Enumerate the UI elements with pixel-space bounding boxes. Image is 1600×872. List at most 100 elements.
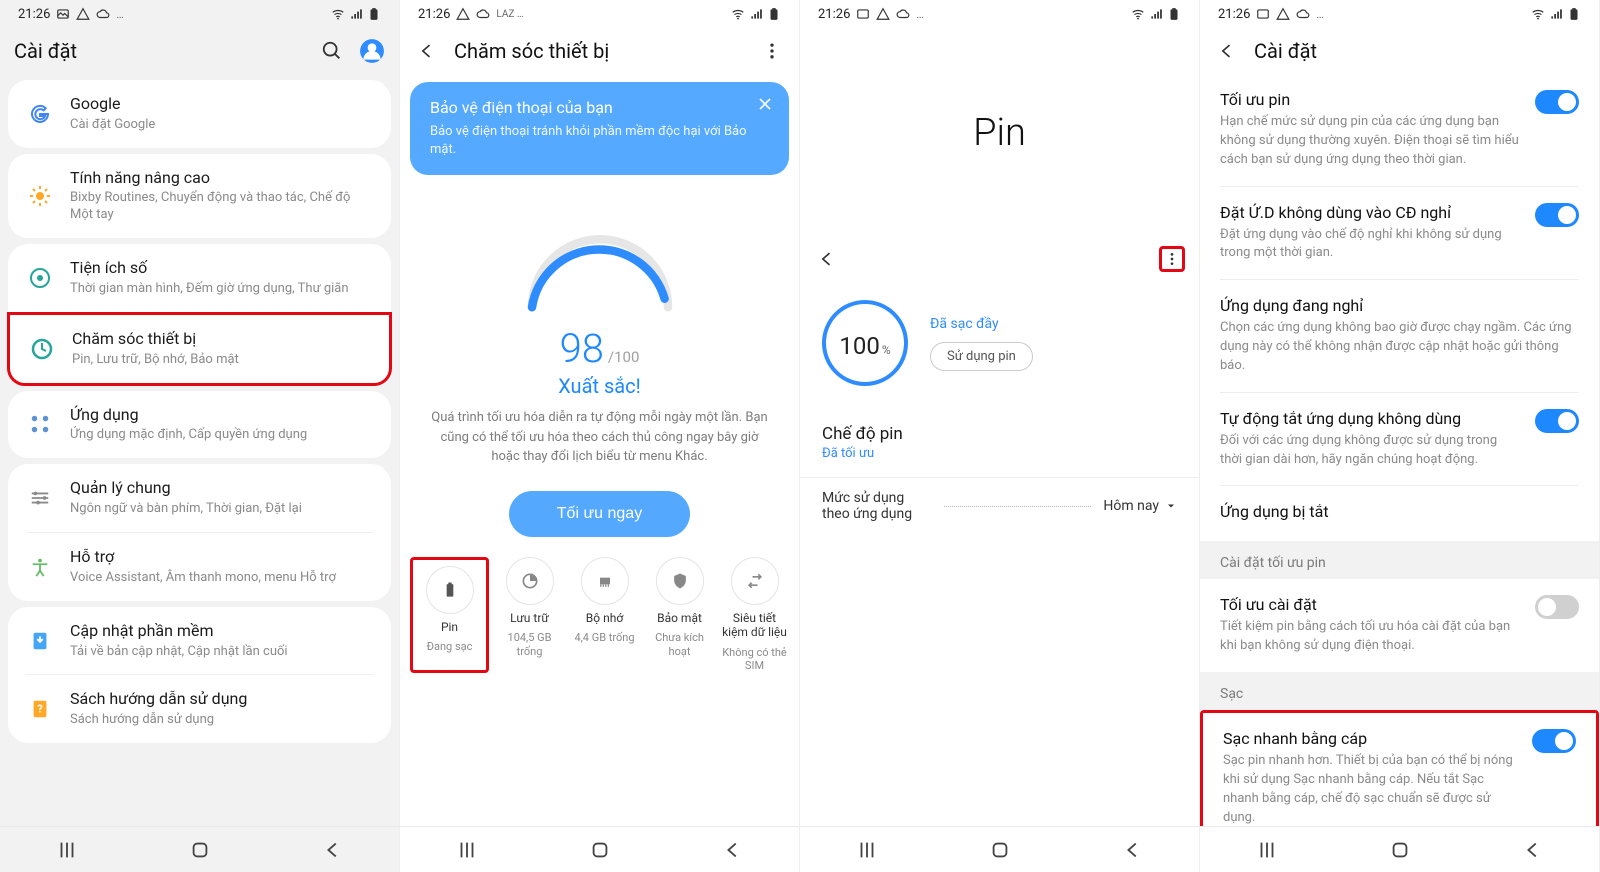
recent-button[interactable] — [456, 839, 478, 861]
back-button[interactable] — [1522, 839, 1544, 861]
item-fast-charging[interactable]: Sạc nhanh bằng cápSạc pin nhanh hơn. Thi… — [1203, 713, 1596, 826]
settings-item-digital[interactable]: Tiện ích sốThời gian màn hình, Đếm giờ ứ… — [8, 244, 391, 312]
page-title: Cài đặt — [14, 39, 305, 63]
status-bar: 21:26 … — [1200, 0, 1599, 28]
digital-icon — [26, 264, 54, 292]
optimize-now-button[interactable]: Tối ưu ngay — [509, 491, 690, 537]
item-sub: Cài đặt Google — [70, 117, 373, 134]
tile-security[interactable]: Bảo mật Chưa kích hoạt — [645, 557, 714, 673]
home-button[interactable] — [1389, 839, 1411, 861]
divider-dots — [944, 506, 1091, 507]
screen-settings: 21:26 … Cài đặt GoogleCài đặt Google Tín… — [0, 0, 400, 872]
screen-battery-settings: 21:26 … Cài đặt Tối ưu pinHạn chế mức sử… — [1200, 0, 1600, 872]
tile-name: Pin — [441, 620, 458, 634]
cloud-icon — [96, 7, 110, 21]
power-mode-title[interactable]: Chế độ pin — [800, 406, 1199, 444]
battery-status-row: 100 % Đã sạc đầy Sử dụng pin — [800, 280, 1199, 406]
tip-close-button[interactable] — [755, 94, 775, 114]
warning-icon — [76, 7, 90, 21]
svg-text:?: ? — [37, 703, 43, 716]
home-button[interactable] — [189, 839, 211, 861]
back-button[interactable] — [322, 839, 344, 861]
status-time: 21:26 — [818, 7, 850, 22]
page-big-title: Pin — [973, 111, 1026, 155]
battery-icon — [1167, 7, 1181, 21]
settings-item-apps[interactable]: Ứng dụngỨng dụng mặc định, Cấp quyền ứng… — [8, 391, 391, 459]
recent-button[interactable] — [1256, 839, 1278, 861]
signal-icon — [1549, 7, 1563, 21]
item-sleep-unused[interactable]: Đặt Ứ.D không dùng vào CĐ nghỉĐặt ứng dụ… — [1200, 187, 1599, 280]
image-icon — [856, 7, 870, 21]
item-title: Tự động tắt ứng dụng không dùng — [1220, 409, 1521, 428]
tile-storage[interactable]: Lưu trữ 104,5 GB trống — [495, 557, 564, 673]
app-usage-row[interactable]: Mức sử dụng theo ứng dụng Hôm nay — [800, 477, 1199, 534]
settings-item-advanced[interactable]: Tính năng nâng caoBixby Routines, Chuyển… — [8, 154, 391, 239]
item-optimize-settings[interactable]: Tối ưu cài đặtTiết kiệm pin bằng cách tố… — [1200, 579, 1599, 672]
back-button[interactable] — [1122, 839, 1144, 861]
account-icon — [359, 37, 385, 65]
chevron-left-icon — [1217, 41, 1237, 61]
item-disabled-apps[interactable]: Ứng dụng bị tắt — [1200, 486, 1599, 541]
toggle[interactable] — [1532, 729, 1576, 753]
tile-data-saver[interactable]: Siêu tiết kiệm dữ liệu Không có thẻ SIM — [720, 557, 789, 673]
item-adaptive-battery[interactable]: Tối ưu pinHạn chế mức sử dụng pin của cá… — [1200, 74, 1599, 186]
signal-icon — [349, 7, 363, 21]
battery-icon — [367, 7, 381, 21]
item-title: Sạc nhanh bằng cáp — [1223, 729, 1518, 748]
settings-item-general[interactable]: Quản lý chungNgôn ngữ và bàn phím, Thời … — [8, 464, 391, 532]
toggle[interactable] — [1535, 90, 1579, 114]
toggle[interactable] — [1535, 595, 1579, 619]
toggle[interactable] — [1535, 409, 1579, 433]
back-button[interactable] — [814, 246, 840, 272]
settings-item-manual[interactable]: ? Sách hướng dẫn sử dụngSách hướng dẫn s… — [8, 675, 391, 743]
more-button[interactable] — [1159, 246, 1185, 272]
tile-sub: Không có thẻ SIM — [720, 646, 789, 674]
accessibility-icon — [26, 553, 54, 581]
more-button[interactable] — [759, 38, 785, 64]
item-sleeping-apps[interactable]: Ứng dụng đang nghỉChọn các ứng dụng khôn… — [1200, 280, 1599, 392]
appbar: Cài đặt — [1200, 28, 1599, 74]
item-title: Tối ưu pin — [1220, 90, 1521, 109]
home-button[interactable] — [989, 839, 1011, 861]
laz-indicator: LAZ … — [496, 9, 523, 20]
back-button[interactable] — [722, 839, 744, 861]
home-button[interactable] — [589, 839, 611, 861]
recent-button[interactable] — [856, 839, 878, 861]
tile-name: Lưu trữ — [510, 611, 549, 625]
item-sub: Ứng dụng mặc định, Cấp quyền ứng dụng — [70, 427, 373, 444]
tile-battery[interactable]: Pin Đang sạc — [410, 557, 489, 673]
use-battery-button[interactable]: Sử dụng pin — [930, 342, 1033, 371]
settings-item-device-care[interactable]: Chăm sóc thiết bịPin, Lưu trữ, Bộ nhớ, B… — [7, 312, 392, 386]
tile-sub: 104,5 GB trống — [495, 631, 564, 659]
signal-icon — [1149, 7, 1163, 21]
back-button[interactable] — [414, 38, 440, 64]
appbar: Cài đặt — [0, 28, 399, 74]
settings-item-accessibility[interactable]: Hỗ trợVoice Assistant, Âm thanh mono, me… — [8, 533, 391, 601]
power-mode-status: Đã tối ưu — [800, 444, 1199, 477]
settings-item-google[interactable]: GoogleCài đặt Google — [8, 80, 391, 148]
score-value: 98 — [560, 325, 604, 372]
battery-percent: 100 — [839, 332, 879, 360]
security-tip-banner[interactable]: Bảo vệ điện thoại của bạn Bảo vệ điện th… — [410, 82, 789, 175]
warning-icon — [1276, 7, 1290, 21]
cloud-icon — [476, 7, 490, 21]
shield-icon — [656, 557, 704, 605]
care-tiles: Pin Đang sạc Lưu trữ 104,5 GB trống Bộ n… — [400, 553, 799, 679]
chevron-left-icon — [417, 41, 437, 61]
item-auto-disable[interactable]: Tự động tắt ứng dụng không dùngĐối với c… — [1200, 393, 1599, 486]
image-icon — [1256, 7, 1270, 21]
battery-circle: 100 % — [822, 300, 908, 386]
toggle[interactable] — [1535, 203, 1579, 227]
today-dropdown[interactable]: Hôm nay — [1103, 498, 1177, 514]
back-button[interactable] — [1214, 38, 1240, 64]
more-vert-icon — [762, 41, 782, 61]
storage-icon — [506, 557, 554, 605]
cloud-icon — [1296, 7, 1310, 21]
usage-label: Mức sử dụng theo ứng dụng — [822, 490, 932, 522]
search-button[interactable] — [319, 38, 345, 64]
account-button[interactable] — [359, 38, 385, 64]
more-vert-icon — [1164, 250, 1180, 268]
tile-memory[interactable]: Bộ nhớ 4,4 GB trống — [570, 557, 639, 673]
recent-button[interactable] — [56, 839, 78, 861]
settings-item-update[interactable]: Cập nhật phần mềmTải về bản cập nhật, Cậ… — [8, 607, 391, 675]
